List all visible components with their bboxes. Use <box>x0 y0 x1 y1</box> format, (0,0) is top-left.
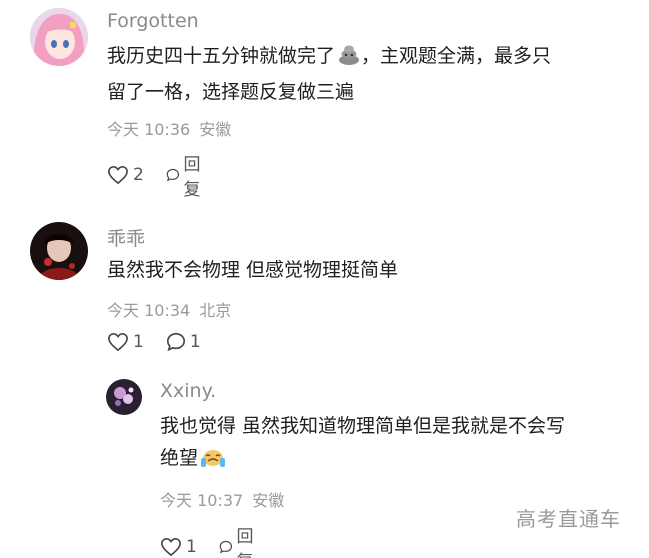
reply-label: 回复 <box>183 155 201 200</box>
comment-bubble-icon <box>219 540 232 554</box>
flower-avatar-icon <box>106 379 142 415</box>
like-count: 1 <box>186 537 197 557</box>
timestamp: 今天 10:37 <box>160 491 244 510</box>
comment-text: 虽然我不会物理 但感觉物理挺简单 <box>107 254 627 286</box>
reply-count: 1 <box>189 332 201 352</box>
reply-text: 我也觉得 虽然我知道物理简单但是我就是不会写 绝望 <box>160 410 630 478</box>
location: 安徽 <box>199 120 232 139</box>
reply-meta: 今天 10:37 安徽 <box>160 487 284 511</box>
anime-girl-avatar-icon <box>30 8 88 66</box>
username[interactable]: Xxiny. <box>160 380 216 402</box>
reply-actions: 1 回复 <box>160 522 282 558</box>
comment-text-line1-after: ，主观题全满，最多只 <box>361 45 552 67</box>
comment-meta: 今天 10:36 安徽 <box>107 116 231 140</box>
avatar[interactable] <box>106 379 142 415</box>
comment-bubble-icon <box>166 168 179 182</box>
reply-button[interactable]: 回复 <box>219 522 260 558</box>
like-count: 2 <box>133 165 144 185</box>
comment-text: 我历史四十五分钟就做完了 ，主观题全满，最多只 留了一格，选择题反复做三遍 <box>107 40 627 108</box>
watermark: 高考直通车 <box>516 507 621 531</box>
heart-icon <box>108 332 128 352</box>
timestamp: 今天 10:34 <box>107 301 191 320</box>
reply-label: 回复 <box>236 527 254 558</box>
avatar[interactable] <box>30 222 88 280</box>
like-button[interactable]: 2 <box>107 165 144 185</box>
username[interactable]: Forgotten <box>107 10 199 32</box>
comment-text-line1: 我历史四十五分钟就做完了 <box>107 45 336 67</box>
username[interactable]: 乖乖 <box>107 224 145 251</box>
reply-text-line1: 我也觉得 虽然我知道物理简单但是我就是不会写 <box>160 415 566 437</box>
reply-text-line2: 绝望 <box>160 447 199 469</box>
avatar[interactable] <box>30 8 88 66</box>
like-button[interactable]: 1 <box>107 332 144 352</box>
comment-actions: 1 1 <box>107 332 223 352</box>
timestamp: 今天 10:36 <box>107 120 191 139</box>
comment-meta: 今天 10:34 北京 <box>107 297 231 321</box>
heart-icon <box>161 537 181 557</box>
reply-button[interactable]: 回复 <box>166 150 207 200</box>
crying-emoji-icon <box>200 444 226 478</box>
heart-icon <box>108 165 128 185</box>
comment-text-line1: 虽然我不会物理 但感觉物理挺简单 <box>107 259 399 281</box>
location: 安徽 <box>252 491 285 510</box>
dark-portrait-avatar-icon <box>30 222 88 280</box>
reply-button[interactable]: 1 <box>166 332 201 352</box>
comment-actions: 2 回复 <box>107 150 229 200</box>
like-button[interactable]: 1 <box>160 537 197 557</box>
comment-text-line2: 留了一格，选择题反复做三遍 <box>107 81 355 103</box>
comment-bubble-icon <box>166 332 185 352</box>
like-count: 1 <box>133 332 144 352</box>
poop-emoji-icon <box>337 42 361 76</box>
location: 北京 <box>199 301 232 320</box>
